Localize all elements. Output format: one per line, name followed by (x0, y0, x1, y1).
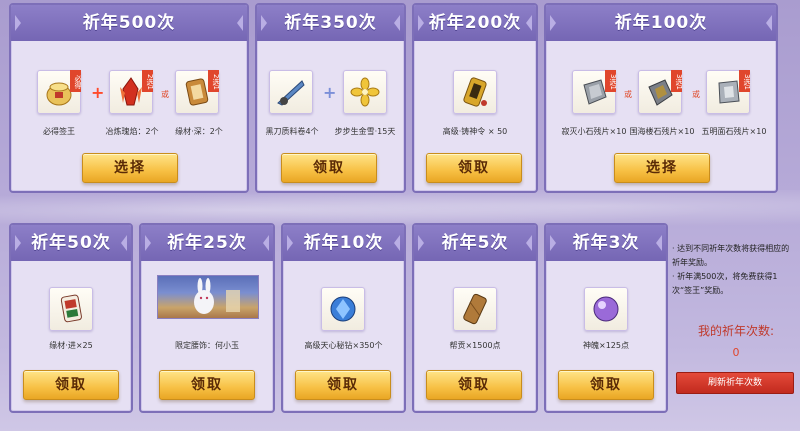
wooden-plank-icon (463, 293, 487, 325)
card-title: 祈年350次 (257, 5, 404, 41)
reward-item-golden-flower[interactable] (343, 70, 387, 114)
reward-item-golden-token[interactable] (453, 70, 497, 114)
item-caption: 国海楼石残片×10 (629, 127, 695, 136)
reward-card-350: 祈年350次 + 黑刀质料卷4个 步步生金雪·15天 领取 (255, 3, 406, 193)
card-title: 祈年3次 (546, 225, 666, 261)
reward-card-3: 祈年3次 神魄×125点 领取 (544, 223, 668, 413)
reward-card-50: 祈年50次 缘材·进×25 领取 (9, 223, 133, 413)
select-button[interactable]: 选择 (82, 153, 178, 183)
card-title: 祈年25次 (141, 225, 273, 261)
reward-item-wooden-plank[interactable] (453, 287, 497, 331)
item-caption: 必得签王 (43, 127, 75, 136)
rule-line: 祈年满500次，将免费获得1次“签王”奖励。 (672, 270, 796, 298)
rule-line: 达到不同祈年次数将获得相应的祈年奖励。 (672, 242, 796, 270)
item-caption: 冶炼瑰焰：2个 (105, 127, 159, 136)
reward-item-scroll-token[interactable]: 2选1 (175, 70, 220, 114)
card-title: 祈年10次 (283, 225, 404, 261)
reward-item-grey-stone[interactable]: 3选1 (572, 70, 617, 114)
item-caption: 高级·铸神令 × 50 (442, 127, 508, 136)
claim-button[interactable]: 领取 (426, 370, 522, 400)
item-caption: 限定腰饰：何小玉 (175, 341, 239, 350)
reward-card-25: 祈年25次 限定腰饰：何小玉 领取 (139, 223, 275, 413)
item-badge: 2选1 (142, 70, 154, 92)
reward-card-10: 祈年10次 高级天心秘钻×350个 领取 (281, 223, 406, 413)
item-badge: 2选1 (208, 70, 220, 92)
reward-item-silver-stone[interactable]: 3选1 (706, 70, 751, 114)
item-caption: 黑刀质料卷4个 (265, 127, 319, 136)
rabbit-scene-image[interactable] (157, 275, 259, 319)
card-title: 祈年100次 (546, 5, 776, 41)
card-title: 祈年5次 (414, 225, 536, 261)
item-caption: 步步生金雪·15天 (334, 127, 396, 136)
or-label: 或 (161, 90, 169, 99)
or-label: 或 (692, 90, 700, 99)
reward-card-5: 祈年5次 帮贡×1500点 领取 (412, 223, 538, 413)
card-title: 祈年500次 (11, 5, 247, 41)
reward-item-mahjong-tile[interactable] (49, 287, 93, 331)
item-badge: 3选1 (739, 70, 751, 92)
claim-button[interactable]: 领取 (558, 370, 654, 400)
refresh-count-button[interactable]: 刷新祈年次数 (676, 372, 794, 394)
reward-item-purple-orb[interactable] (584, 287, 628, 331)
card-title: 祈年200次 (414, 5, 536, 41)
item-caption: 帮贡×1500点 (449, 341, 501, 350)
golden-flower-icon (350, 77, 380, 107)
purple-orb-icon (593, 296, 619, 322)
golden-token-icon (463, 77, 487, 107)
claim-button[interactable]: 领取 (159, 370, 255, 400)
blue-gem-icon (330, 296, 356, 322)
item-badge: 必得 (70, 70, 82, 92)
claim-button[interactable]: 领取 (281, 153, 377, 183)
item-caption: 寂灭小石残片×10 (561, 127, 627, 136)
or-label: 或 (624, 90, 632, 99)
item-caption: 神魄×125点 (583, 341, 629, 350)
select-button[interactable]: 选择 (614, 153, 710, 183)
reward-item-dark-stone[interactable]: 3选1 (638, 70, 683, 114)
claim-button[interactable]: 领取 (295, 370, 391, 400)
reward-item-red-crystal[interactable]: 2选1 (109, 70, 154, 114)
reward-item-blade-feather[interactable] (269, 70, 313, 114)
reward-card-100: 祈年100次 3选1 或 3选1 或 3选1 寂灭小石残片×10 国海楼石残片×… (544, 3, 778, 193)
card-title: 祈年50次 (11, 225, 131, 261)
plus-icon: + (323, 83, 337, 102)
my-count-value: 0 (732, 346, 740, 359)
claim-button[interactable]: 领取 (426, 153, 522, 183)
item-badge: 3选1 (671, 70, 683, 92)
item-caption: 缘材·深：2个 (175, 127, 223, 136)
reward-card-500: 祈年500次 必得 + 2选1 或 2选1 必得签王 冶炼瑰焰：2个 缘材·深：… (9, 3, 249, 193)
reward-item-gold-pot[interactable]: 必得 (37, 70, 82, 114)
claim-button[interactable]: 领取 (23, 370, 119, 400)
mahjong-tile-icon (60, 294, 82, 323)
reward-card-200: 祈年200次 高级·铸神令 × 50 领取 (412, 3, 538, 193)
reward-item-blue-gem[interactable] (321, 287, 365, 331)
blade-feather-icon (277, 80, 305, 106)
plus-icon: + (91, 83, 105, 102)
item-caption: 五明面石残片×10 (701, 127, 767, 136)
my-count-label: 我的祈年次数: (697, 324, 775, 338)
item-caption: 高级天心秘钻×350个 (304, 341, 383, 350)
item-caption: 缘材·进×25 (49, 341, 93, 350)
rules-note: 达到不同祈年次数将获得相应的祈年奖励。 祈年满500次，将免费获得1次“签王”奖… (672, 242, 796, 298)
item-badge: 3选1 (605, 70, 617, 92)
